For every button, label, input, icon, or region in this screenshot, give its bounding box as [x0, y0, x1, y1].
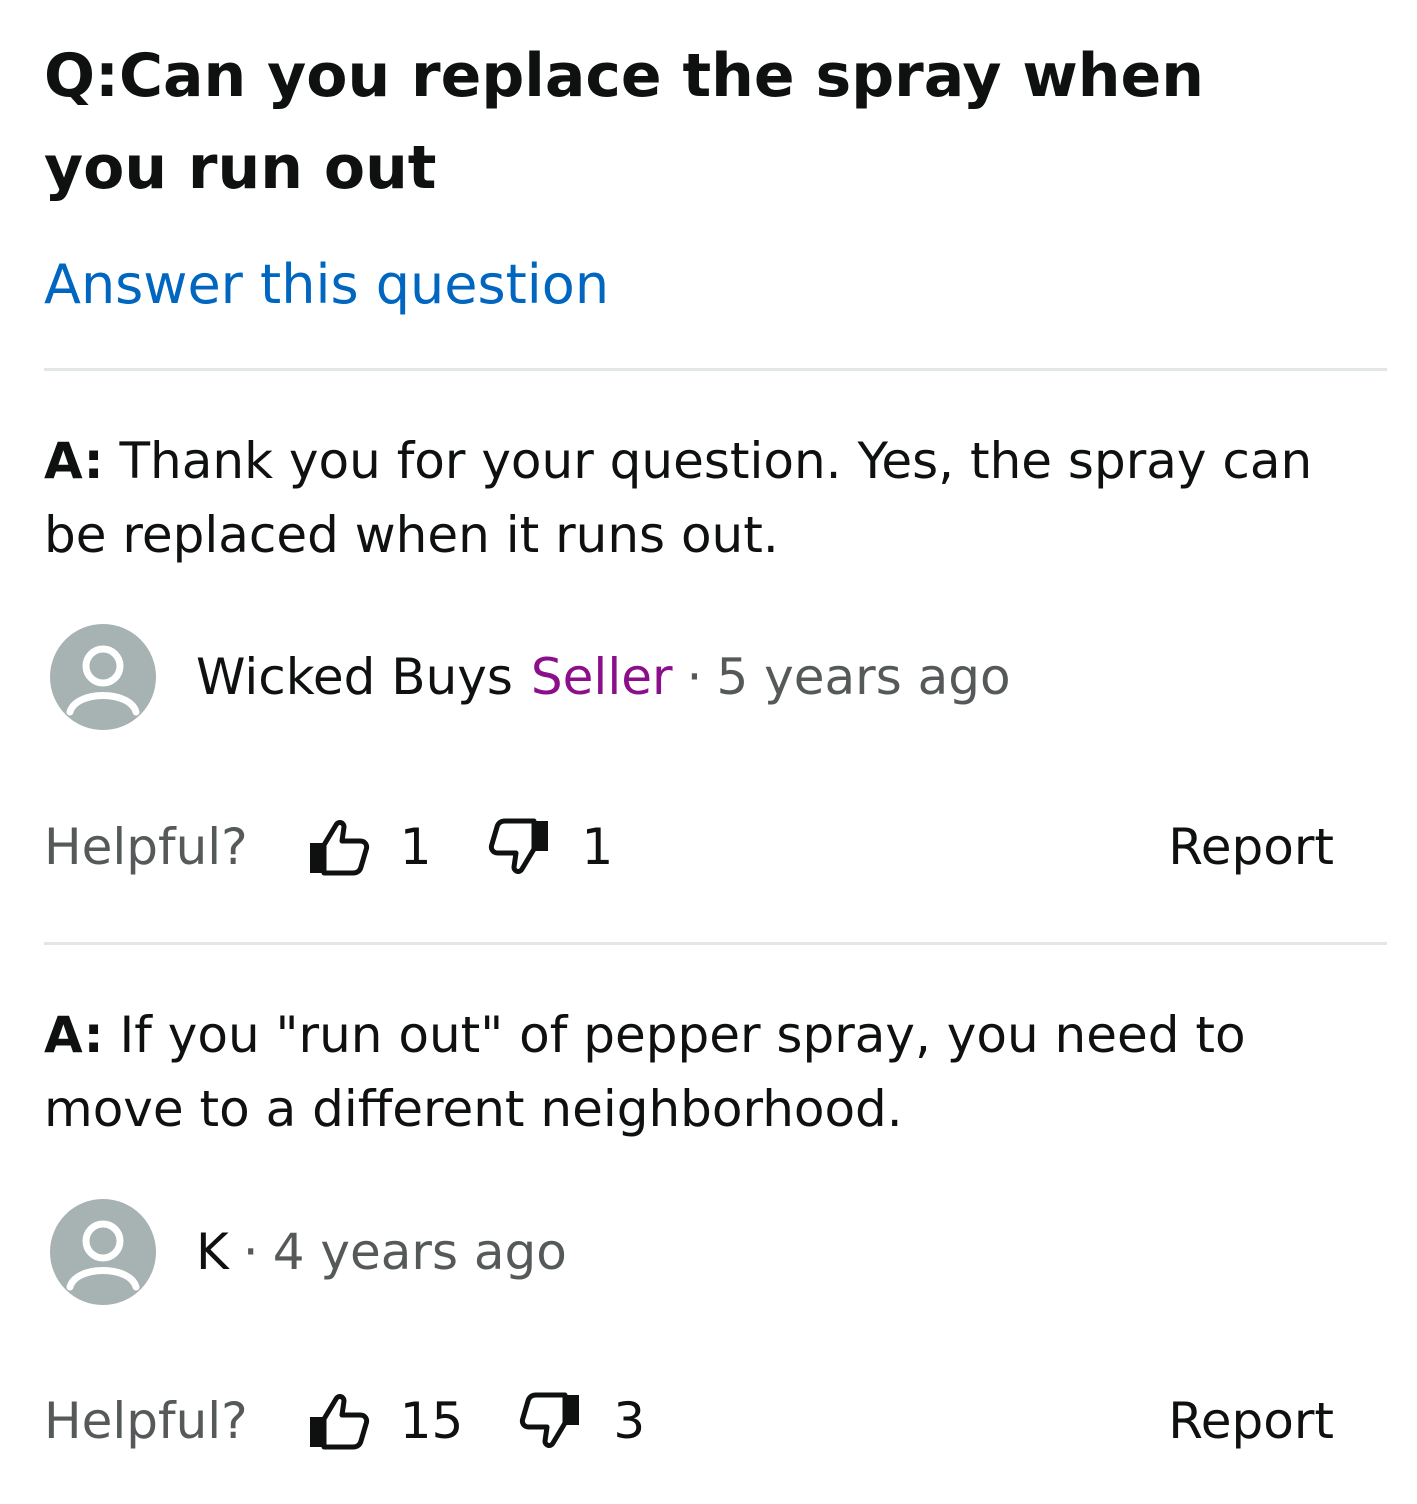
- helpful-label: Helpful?: [44, 1392, 248, 1450]
- downvote-count: 1: [581, 818, 614, 876]
- divider: [44, 368, 1387, 371]
- thumbs-up-icon: [309, 1394, 369, 1450]
- downvote-count: 3: [613, 1392, 646, 1450]
- upvote-count: 15: [399, 1392, 464, 1450]
- answer-text: A: Thank you for your question. Yes, the…: [44, 424, 1364, 572]
- answer-item: A: If you "run out" of pepper spray, you…: [44, 998, 1364, 1146]
- author-row: K · 4 years ago: [50, 1199, 567, 1305]
- answer-prefix: A:: [44, 432, 104, 490]
- helpful-label: Helpful?: [44, 818, 248, 876]
- question-prefix: Q:: [44, 41, 119, 111]
- upvote-button[interactable]: 1: [306, 815, 432, 879]
- author-name[interactable]: Wicked Buys: [196, 648, 513, 706]
- answer-item: A: Thank you for your question. Yes, the…: [44, 424, 1364, 572]
- helpful-row: Helpful? 1 1 Report: [44, 812, 1334, 882]
- answer-body: Thank you for your question. Yes, the sp…: [44, 432, 1313, 564]
- question-text: Can you replace the spray when you run o…: [44, 41, 1204, 203]
- downvote-button[interactable]: 1: [488, 815, 614, 879]
- report-link[interactable]: Report: [1168, 818, 1334, 876]
- author-row: Wicked Buys Seller · 5 years ago: [50, 624, 1011, 730]
- author-meta: K · 4 years ago: [196, 1222, 567, 1282]
- author-meta: Wicked Buys Seller · 5 years ago: [196, 647, 1011, 707]
- thumbs-down-icon: [488, 818, 548, 874]
- answer-text: A: If you "run out" of pepper spray, you…: [44, 998, 1364, 1146]
- avatar: [50, 624, 156, 730]
- separator: ·: [242, 1223, 259, 1281]
- helpful-row: Helpful? 15 3 Report: [44, 1386, 1334, 1456]
- answer-this-question-link[interactable]: Answer this question: [44, 250, 609, 320]
- thumbs-up-icon: [309, 820, 369, 876]
- report-link[interactable]: Report: [1168, 1392, 1334, 1450]
- avatar-placeholder-icon: [66, 1220, 140, 1291]
- answer-time: 4 years ago: [272, 1223, 567, 1281]
- answer-body: If you "run out" of pepper spray, you ne…: [44, 1006, 1246, 1138]
- divider: [44, 942, 1387, 945]
- upvote-count: 1: [399, 818, 432, 876]
- seller-badge: Seller: [530, 648, 673, 706]
- answer-prefix: A:: [44, 1006, 104, 1064]
- avatar-placeholder-icon: [66, 645, 140, 716]
- avatar: [50, 1199, 156, 1305]
- downvote-button[interactable]: 3: [519, 1389, 645, 1453]
- author-name[interactable]: K: [196, 1223, 229, 1281]
- upvote-button[interactable]: 15: [306, 1389, 464, 1453]
- separator: ·: [686, 648, 703, 706]
- question-title: Q:Can you replace the spray when you run…: [44, 30, 1344, 214]
- answer-time: 5 years ago: [716, 648, 1011, 706]
- thumbs-down-icon: [520, 1392, 580, 1448]
